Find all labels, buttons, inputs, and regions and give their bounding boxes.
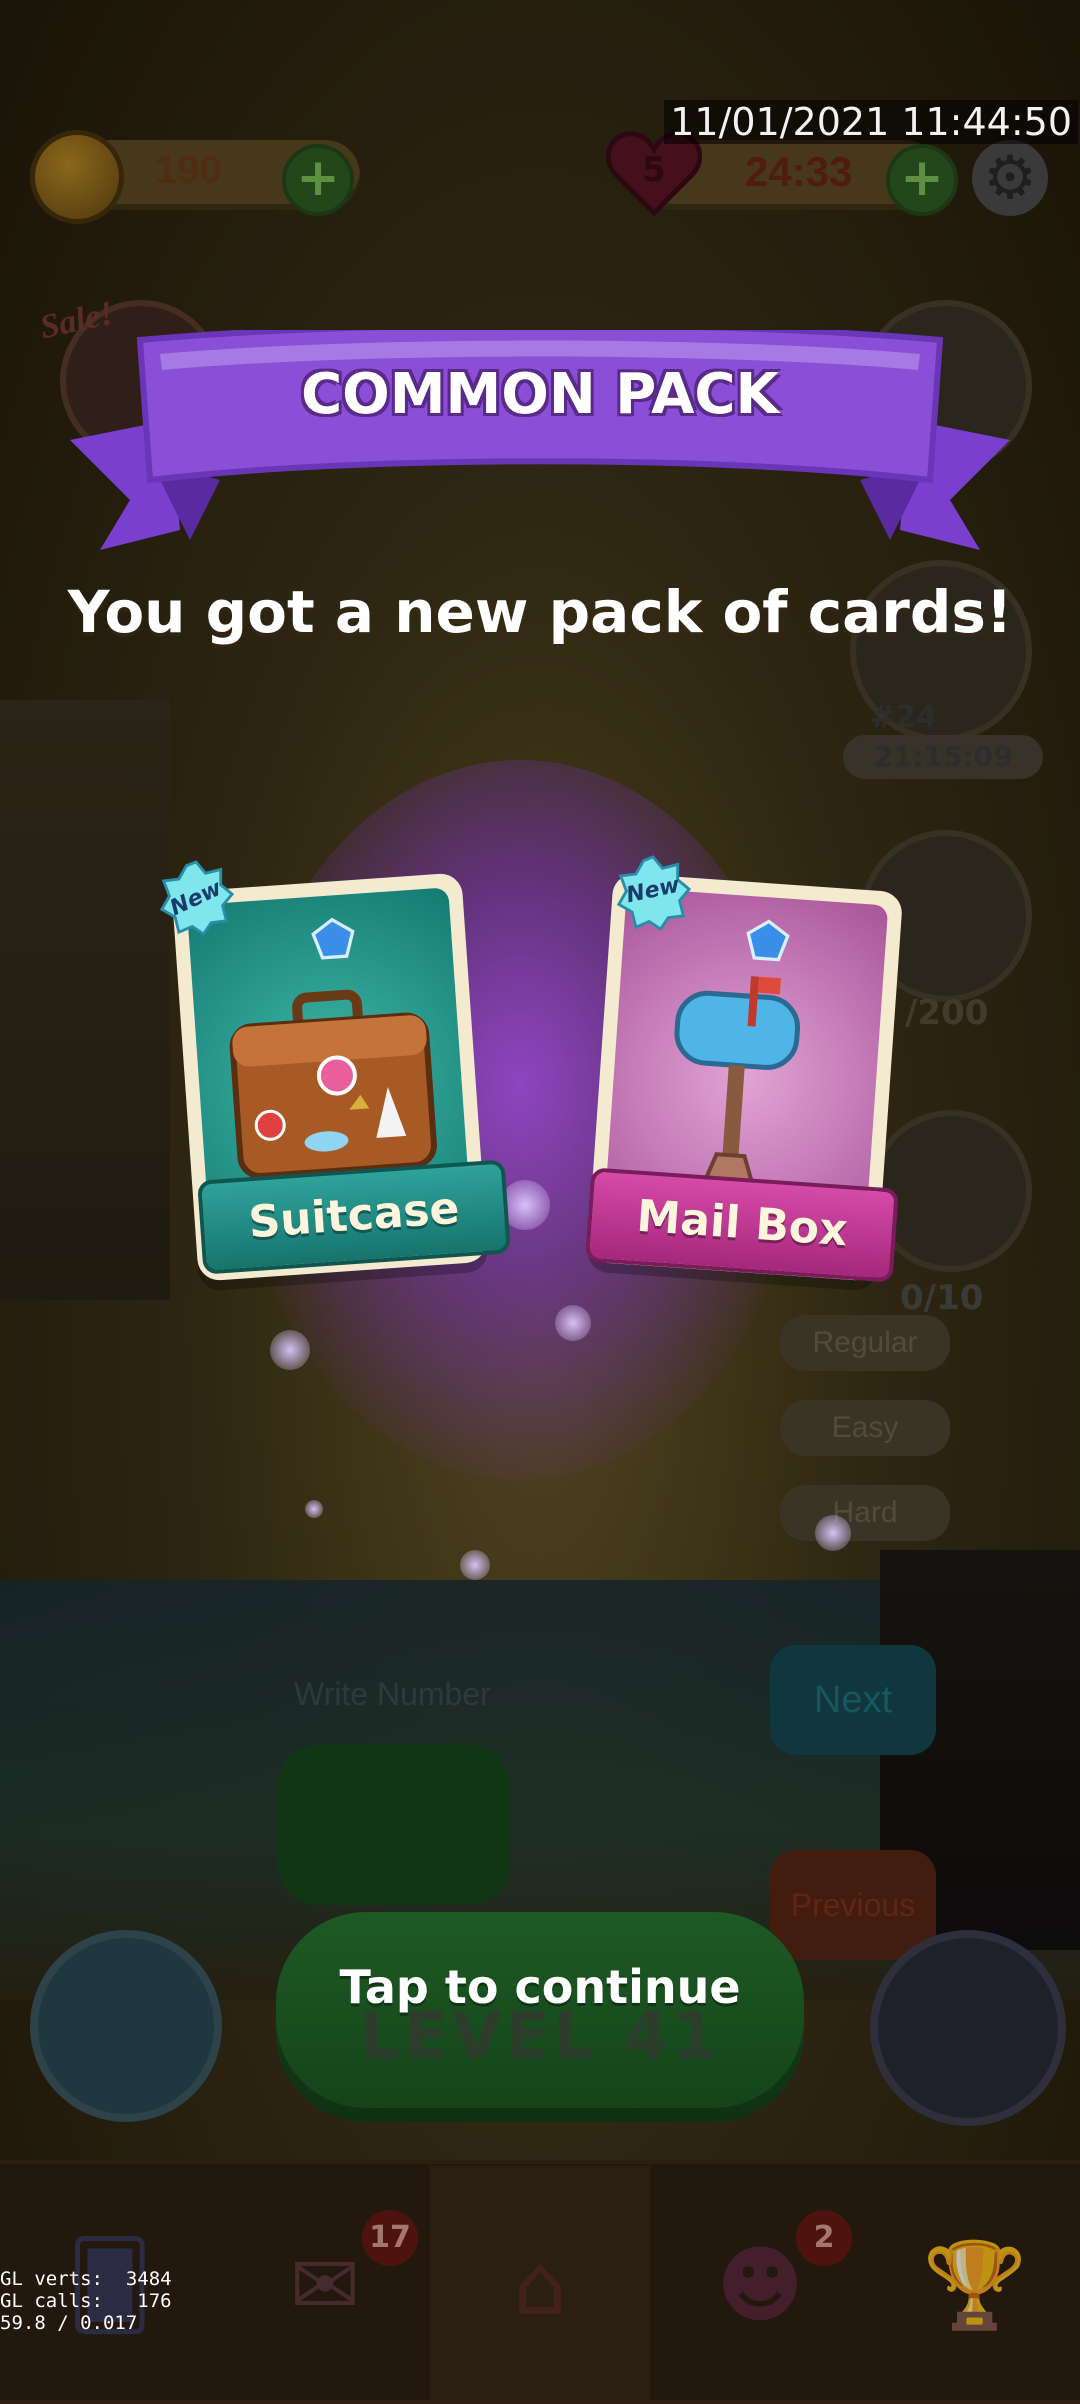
sparkle	[460, 1550, 490, 1580]
debug-line: GL verts: 3484	[0, 2268, 172, 2290]
suitcase-icon	[229, 989, 437, 1180]
debug-overlay: GL verts: 3484 GL calls: 176 59.8 / 0.01…	[0, 2268, 172, 2334]
banner-title: COMMON PACK	[301, 362, 779, 427]
sparkle	[555, 1305, 591, 1341]
gem-icon	[311, 917, 355, 960]
timestamp: 11/01/2021 11:44:50	[664, 100, 1078, 144]
debug-line: GL calls: 176	[0, 2290, 172, 2312]
tap-to-continue[interactable]: Tap to continue	[276, 1960, 804, 2014]
sparkle	[270, 1330, 310, 1370]
popup-subtitle: You got a new pack of cards!	[67, 578, 1013, 646]
debug-line: 59.8 / 0.017	[0, 2312, 138, 2334]
sparkle	[305, 1500, 323, 1518]
sparkle	[815, 1515, 851, 1551]
